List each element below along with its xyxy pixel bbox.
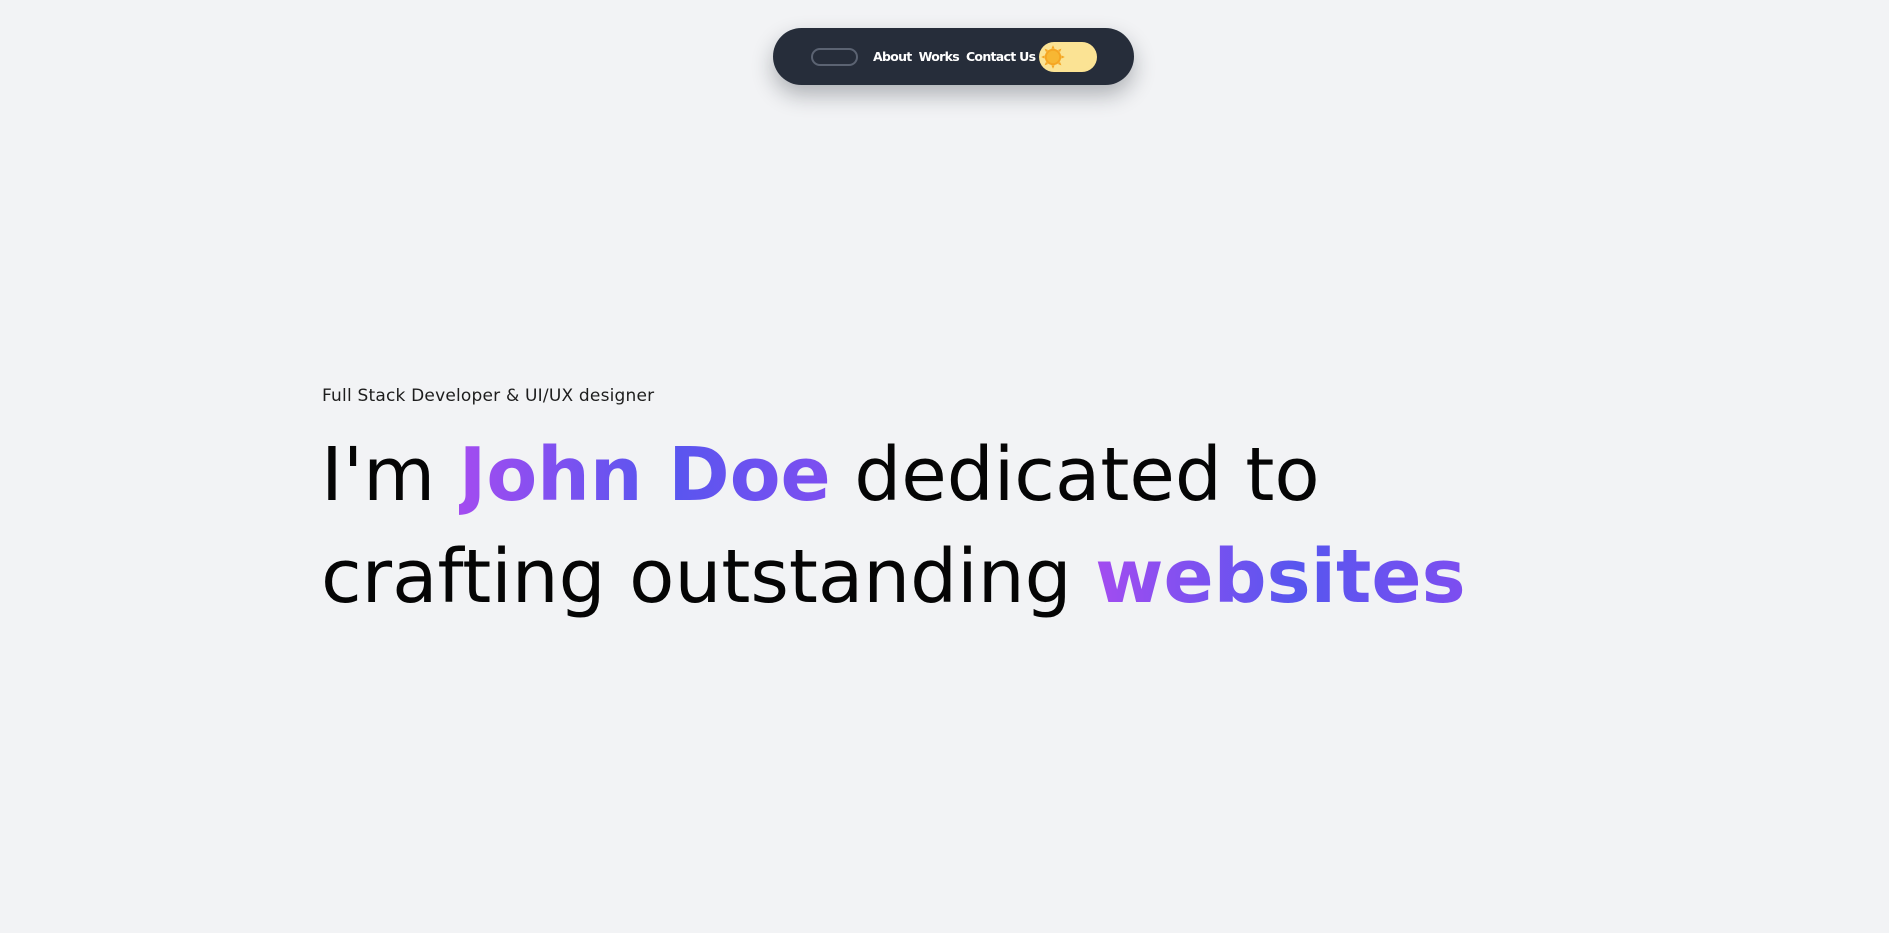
top-navbar: About Works Contact Us [773, 28, 1134, 85]
nav-link-works[interactable]: Works [919, 49, 960, 64]
theme-toggle[interactable] [1039, 41, 1097, 72]
sun-icon [1041, 44, 1065, 69]
nav-links: About Works Contact Us [873, 49, 1036, 64]
nav-link-about[interactable]: About [873, 49, 912, 64]
headline-line-2: crafting outstanding websites [321, 526, 1466, 628]
hero-headline: I'm John Doe dedicated to crafting outst… [321, 424, 1466, 628]
nav-link-contact-us[interactable]: Contact Us [966, 49, 1036, 64]
headline-line2-prefix: crafting outstanding [321, 534, 1096, 620]
headline-suffix: dedicated to [830, 432, 1320, 518]
logo-icon[interactable] [811, 47, 858, 66]
headline-prefix: I'm [321, 432, 459, 518]
headline-highlight: websites [1095, 534, 1466, 620]
headline-line-1: I'm John Doe dedicated to [321, 424, 1466, 526]
headline-name: John Doe [458, 432, 831, 518]
hero-subtitle: Full Stack Developer & UI/UX designer [322, 386, 655, 406]
page: About Works Contact Us Full Stack Develo… [0, 0, 1889, 933]
